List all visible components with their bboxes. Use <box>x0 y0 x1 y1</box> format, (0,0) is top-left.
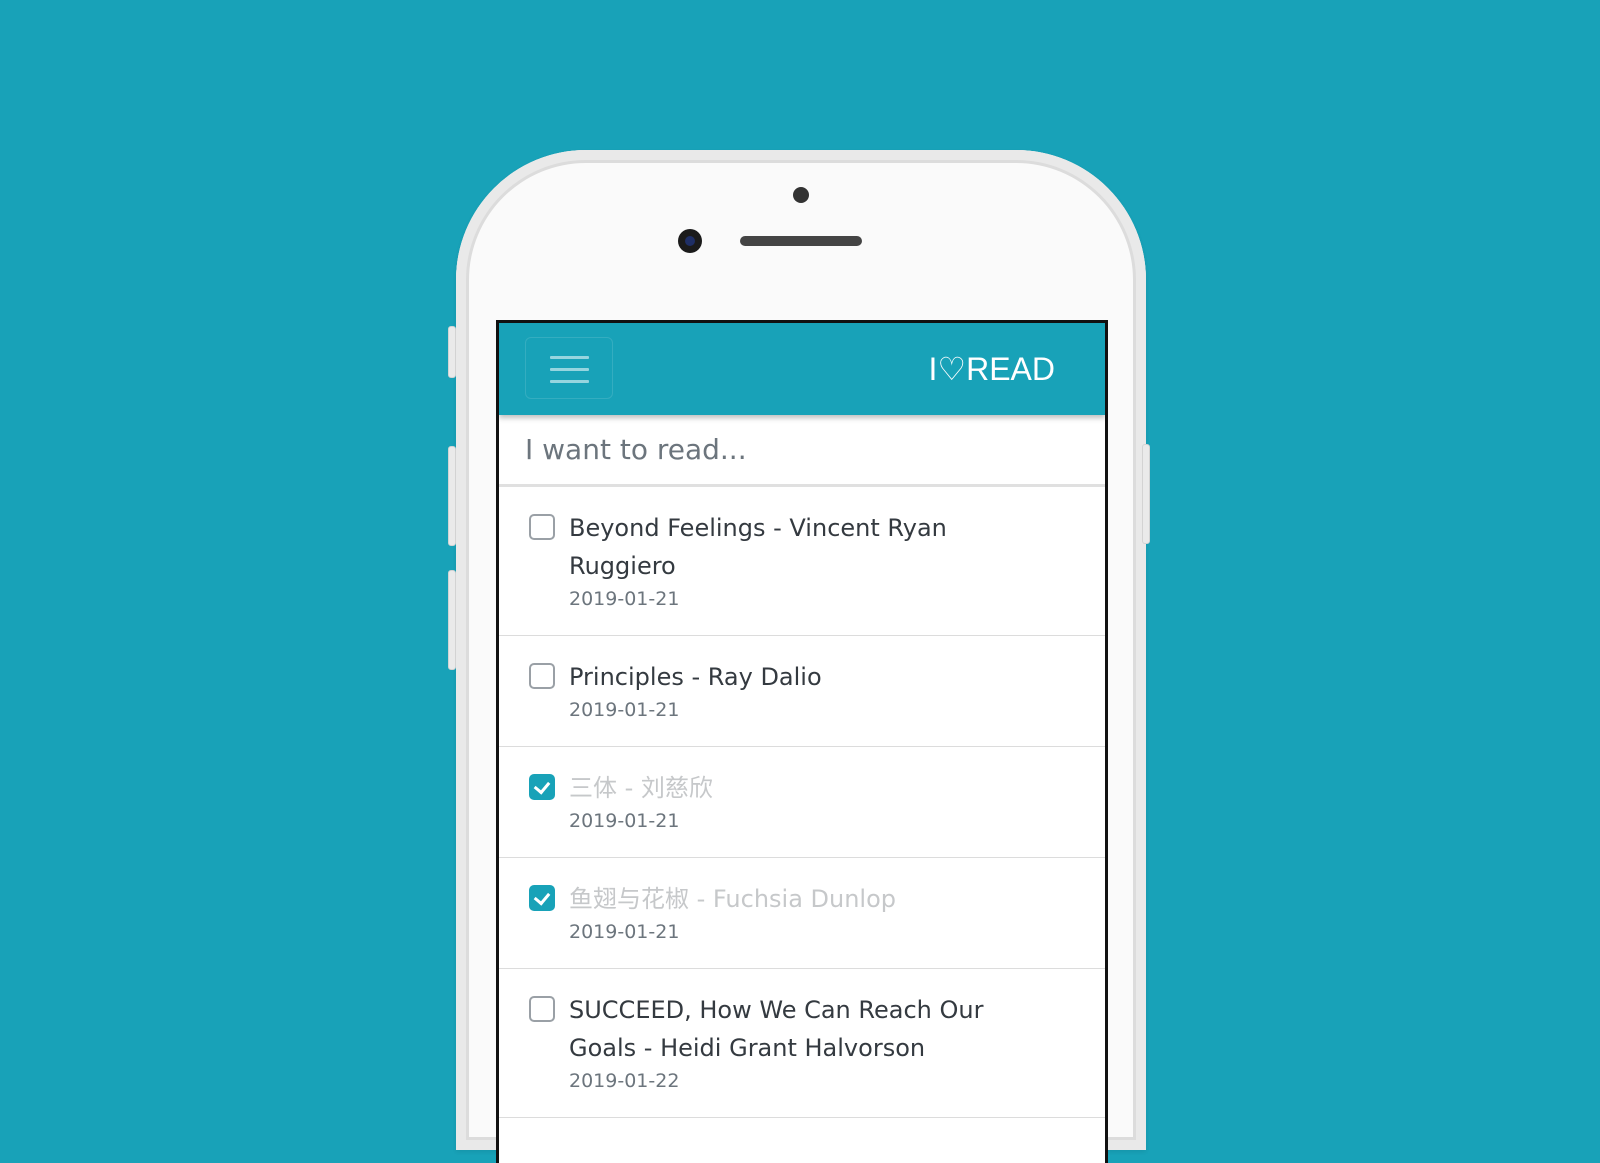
checkbox-unchecked[interactable] <box>529 996 555 1022</box>
proximity-sensor <box>793 187 809 203</box>
book-date: 2019-01-21 <box>569 810 680 832</box>
app-screen: I ♡ READ Beyond Feelings - Vincent Ryan … <box>496 320 1108 1163</box>
book-title: Beyond Feelings - Vincent Ryan Ruggiero <box>569 514 947 580</box>
book-item: Beyond Feelings - Vincent Ryan Ruggiero 2… <box>499 487 1105 636</box>
power-button <box>1142 444 1150 544</box>
book-date: 2019-01-22 <box>569 1070 680 1092</box>
mute-switch <box>448 326 456 378</box>
volume-up-button <box>448 446 456 546</box>
checkbox-unchecked[interactable] <box>529 663 555 689</box>
book-list: Beyond Feelings - Vincent Ryan Ruggiero 2… <box>499 487 1105 1118</box>
menu-toggle-button[interactable] <box>525 337 613 399</box>
book-date: 2019-01-21 <box>569 921 680 943</box>
hamburger-icon <box>550 368 589 371</box>
book-item: 鱼翅与花椒 - Fuchsia Dunlop 2019-01-21 <box>499 858 1105 969</box>
heart-icon: ♡ <box>937 351 967 387</box>
book-date: 2019-01-21 <box>569 699 680 721</box>
book-title: SUCCEED, How We Can Reach Our Goals - He… <box>569 996 984 1062</box>
checkbox-unchecked[interactable] <box>529 514 555 540</box>
hamburger-icon <box>550 356 589 359</box>
hamburger-icon <box>550 380 589 383</box>
earpiece-speaker <box>740 236 862 246</box>
brand-prefix: I <box>928 351 938 387</box>
brand-logo[interactable]: I ♡ READ <box>929 347 1055 391</box>
book-date: 2019-01-21 <box>569 588 680 610</box>
phone-frame: I ♡ READ Beyond Feelings - Vincent Ryan … <box>448 150 1150 1163</box>
book-item: Principles - Ray Dalio 2019-01-21 <box>499 636 1105 747</box>
book-title: 三体 - 刘慈欣 <box>569 774 713 802</box>
book-title: Principles - Ray Dalio <box>569 663 822 691</box>
front-camera-icon <box>678 229 702 253</box>
checkbox-checked[interactable] <box>529 774 555 800</box>
brand-suffix: READ <box>966 351 1055 387</box>
book-search-input[interactable] <box>525 415 1065 483</box>
book-item: SUCCEED, How We Can Reach Our Goals - He… <box>499 969 1105 1118</box>
book-item: 三体 - 刘慈欣 2019-01-21 <box>499 747 1105 858</box>
navbar: I ♡ READ <box>499 323 1105 415</box>
search-bar <box>499 415 1105 487</box>
checkbox-checked[interactable] <box>529 885 555 911</box>
book-title: 鱼翅与花椒 - Fuchsia Dunlop <box>569 885 897 913</box>
volume-down-button <box>448 570 456 670</box>
